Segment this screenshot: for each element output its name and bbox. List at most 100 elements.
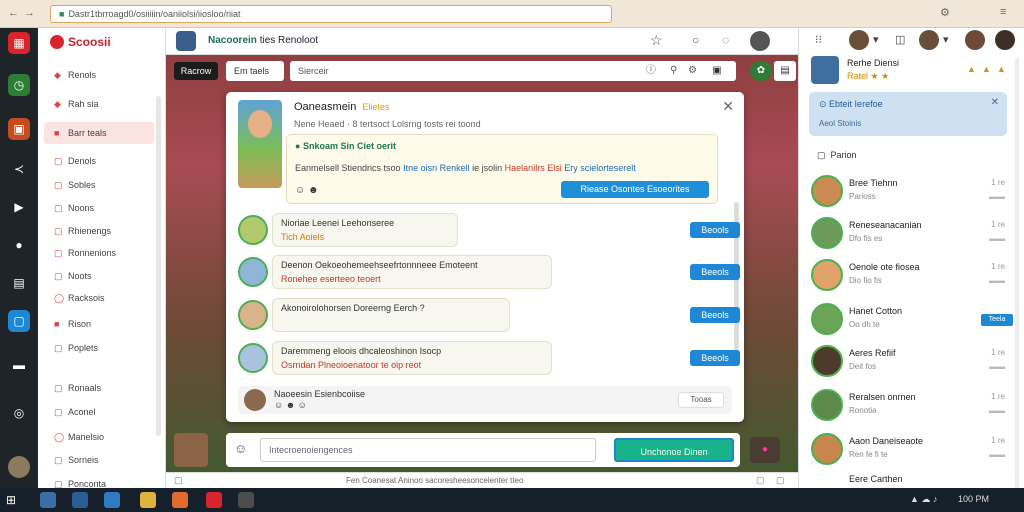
channel-item[interactable]: ◆ Rah sia [44,93,154,115]
send-button[interactable]: Unchonoe Dinen [614,438,734,462]
message-action-button[interactable]: Beeols [690,264,740,280]
message-avatar[interactable] [238,300,268,330]
channel-item-active[interactable]: ■ Barr teals [44,122,154,144]
more-icon[interactable]: ▢ [776,475,785,486]
right-scrollbar[interactable] [1015,58,1019,498]
message-bubble[interactable]: Deenon Oekoeohemeehseefrtonnneee Emoteen… [272,255,552,289]
message-avatar[interactable] [238,257,268,287]
chat-icon[interactable]: ● [8,234,30,256]
message-avatar[interactable] [238,343,268,373]
star-icon[interactable]: ☆ [650,32,663,49]
user-avatar[interactable] [8,456,30,478]
bell-icon[interactable]: ◌ [722,33,729,47]
tray-icons[interactable]: ▲ ☁ ♪ [910,494,937,505]
chat-bubble-icon[interactable]: ○ [692,33,699,47]
contact-row[interactable]: Bree Tiehnn Parioss 1 re ▬▬ [809,174,1015,208]
contact-row[interactable]: Aeres Refiif Deit fos 1 re ▬▬ [809,344,1015,378]
app-icon[interactable]: ✿ [750,61,772,81]
more-icon[interactable]: ▬▬ [989,234,1005,243]
channel-item[interactable]: ▢ Ronaals [44,377,154,399]
more-icon[interactable]: ▬▬ [989,192,1005,201]
attach-icon[interactable]: ● [750,437,780,463]
taskbar-app-icon[interactable] [72,492,88,508]
back-icon[interactable]: ← [8,7,19,19]
files-icon[interactable]: ▬ [8,354,30,376]
forward-icon[interactable]: → [24,7,35,19]
help-icon[interactable]: ◎ [8,402,30,424]
toolbar-label[interactable]: Em taels [226,61,284,81]
channel-item[interactable]: ■ Rison [44,313,154,335]
windows-start-icon[interactable]: ⊞ [6,493,16,507]
channel-item[interactable]: ▢ Aconel [44,401,154,423]
contact-row[interactable]: Oenole ote fiosea Dio fio fis 1 re ▬▬ [809,258,1015,292]
taskbar-app-icon[interactable] [238,492,254,508]
info-icon[interactable]: ⓘ [646,61,656,81]
browser-icon[interactable] [172,492,188,508]
channel-item[interactable]: ▢ Rhienengs [44,220,154,242]
user-avatar[interactable] [849,30,869,50]
puzzle-icon[interactable]: ⚙ [940,6,950,19]
channel-item[interactable]: ▢ Denols [44,150,154,172]
profile-avatar[interactable] [811,56,839,84]
contact-row[interactable]: Reralsen onrnen Ronotia 1 re ▬▬ [809,388,1015,422]
message-input[interactable]: Intecroenoiengences [260,438,596,462]
message-action-button[interactable]: Beools [690,222,740,238]
more-icon[interactable]: ▬▬ [989,276,1005,285]
close-icon[interactable]: ✕ [722,98,734,115]
lock-icon[interactable]: ◫ [895,33,905,46]
channel-item[interactable]: ▢ Sorneis [44,449,154,471]
more-icon[interactable]: ▬▬ [989,362,1005,371]
message-action-button[interactable]: Beeols [690,307,740,323]
contact-row[interactable]: Eere Carthen [809,470,1015,488]
board-icon[interactable]: ▢ [8,310,30,332]
channel-item[interactable]: ▢ Noots [44,265,154,287]
close-icon[interactable]: ✕ [991,97,999,108]
chrome-icon[interactable] [206,492,222,508]
info-card[interactable]: ⊙ Ebteit Ierefoe Aeol Stoinis ✕ [809,92,1007,136]
taskbar-app-icon[interactable] [104,492,120,508]
workspace-icon[interactable]: ▣ [8,118,30,140]
expand-button[interactable]: ▣ [706,61,728,81]
channel-item[interactable]: ▢ Noons [44,197,154,219]
footer-reactions[interactable]: ☺ ☻ ☺ [274,400,307,410]
chevron-down-icon[interactable]: ▾ [873,33,879,46]
taskbar-app-icon[interactable] [140,492,156,508]
channel-badge[interactable]: Racrow [174,62,218,80]
channel-item[interactable]: ▢ Ronnenions [44,242,154,264]
channel-item[interactable]: ▢ Sobles [44,174,154,196]
contact-row[interactable]: Aaon Daneiseaote Ren fe fi te 1 re ▬▬ [809,432,1015,466]
emoji-reactions[interactable]: ☺ ☻ [295,185,319,196]
taskbar-app-icon[interactable] [40,492,56,508]
video-icon[interactable]: ▶ [8,196,30,218]
contact-row[interactable]: Reneseanacanian Dfo fis es 1 re ▬▬ [809,216,1015,250]
more-icon[interactable]: ▬▬ [989,450,1005,459]
format-icon[interactable]: ▢ [174,475,183,486]
contact-avatar[interactable] [965,30,985,50]
message-bubble[interactable]: Akonoirolohorsen Doreerng Eerch ? [272,298,510,332]
calendar-icon[interactable]: ▤ [8,272,30,294]
search-input[interactable]: Sierceir ⓘ ⚲ ⚙ [290,61,736,81]
header-avatar[interactable] [750,31,770,51]
contact-avatar[interactable] [919,30,939,50]
window-icon[interactable]: ▢ [756,475,765,486]
apps-grid-icon[interactable]: ▦ [8,32,30,54]
message-action-button[interactable]: Beeols [690,350,740,366]
contact-row[interactable]: Hanet Cotton Oo dh te Teela [809,302,1015,336]
channel-item[interactable]: ◯ Manelsio [44,426,154,448]
chevron-down-icon[interactable]: ▾ [943,33,949,46]
status-icons[interactable]: ▲▲▲ [967,64,1012,74]
channel-scrollbar[interactable] [156,96,161,436]
channel-item[interactable]: ▢ Poplets [44,337,154,359]
message-bubble[interactable]: Daremmeng eloois dhcaleoshinon Isocp Osrn… [272,341,552,375]
more-icon[interactable]: ▬▬ [989,406,1005,415]
clock-icon[interactable]: ◷ [8,74,30,96]
address-bar[interactable]: ■ Dastr1tbrroagd0/osiiiiin/oaniiolsi/iios… [50,5,612,23]
channel-item[interactable]: ◆ Renols [44,64,154,86]
message-avatar[interactable] [238,215,268,245]
message-bubble[interactable]: Nioriae Leenei Leehonseree Tich Aoiels [272,213,458,247]
emoji-icon[interactable]: ☺ [234,441,247,456]
settings-icon[interactable]: ⚙ [688,61,697,81]
menu-icon[interactable]: ≡ [1000,6,1006,18]
contact-badge[interactable]: Teela [981,314,1013,326]
channel-item[interactable]: ◯ Racksois [44,287,154,309]
